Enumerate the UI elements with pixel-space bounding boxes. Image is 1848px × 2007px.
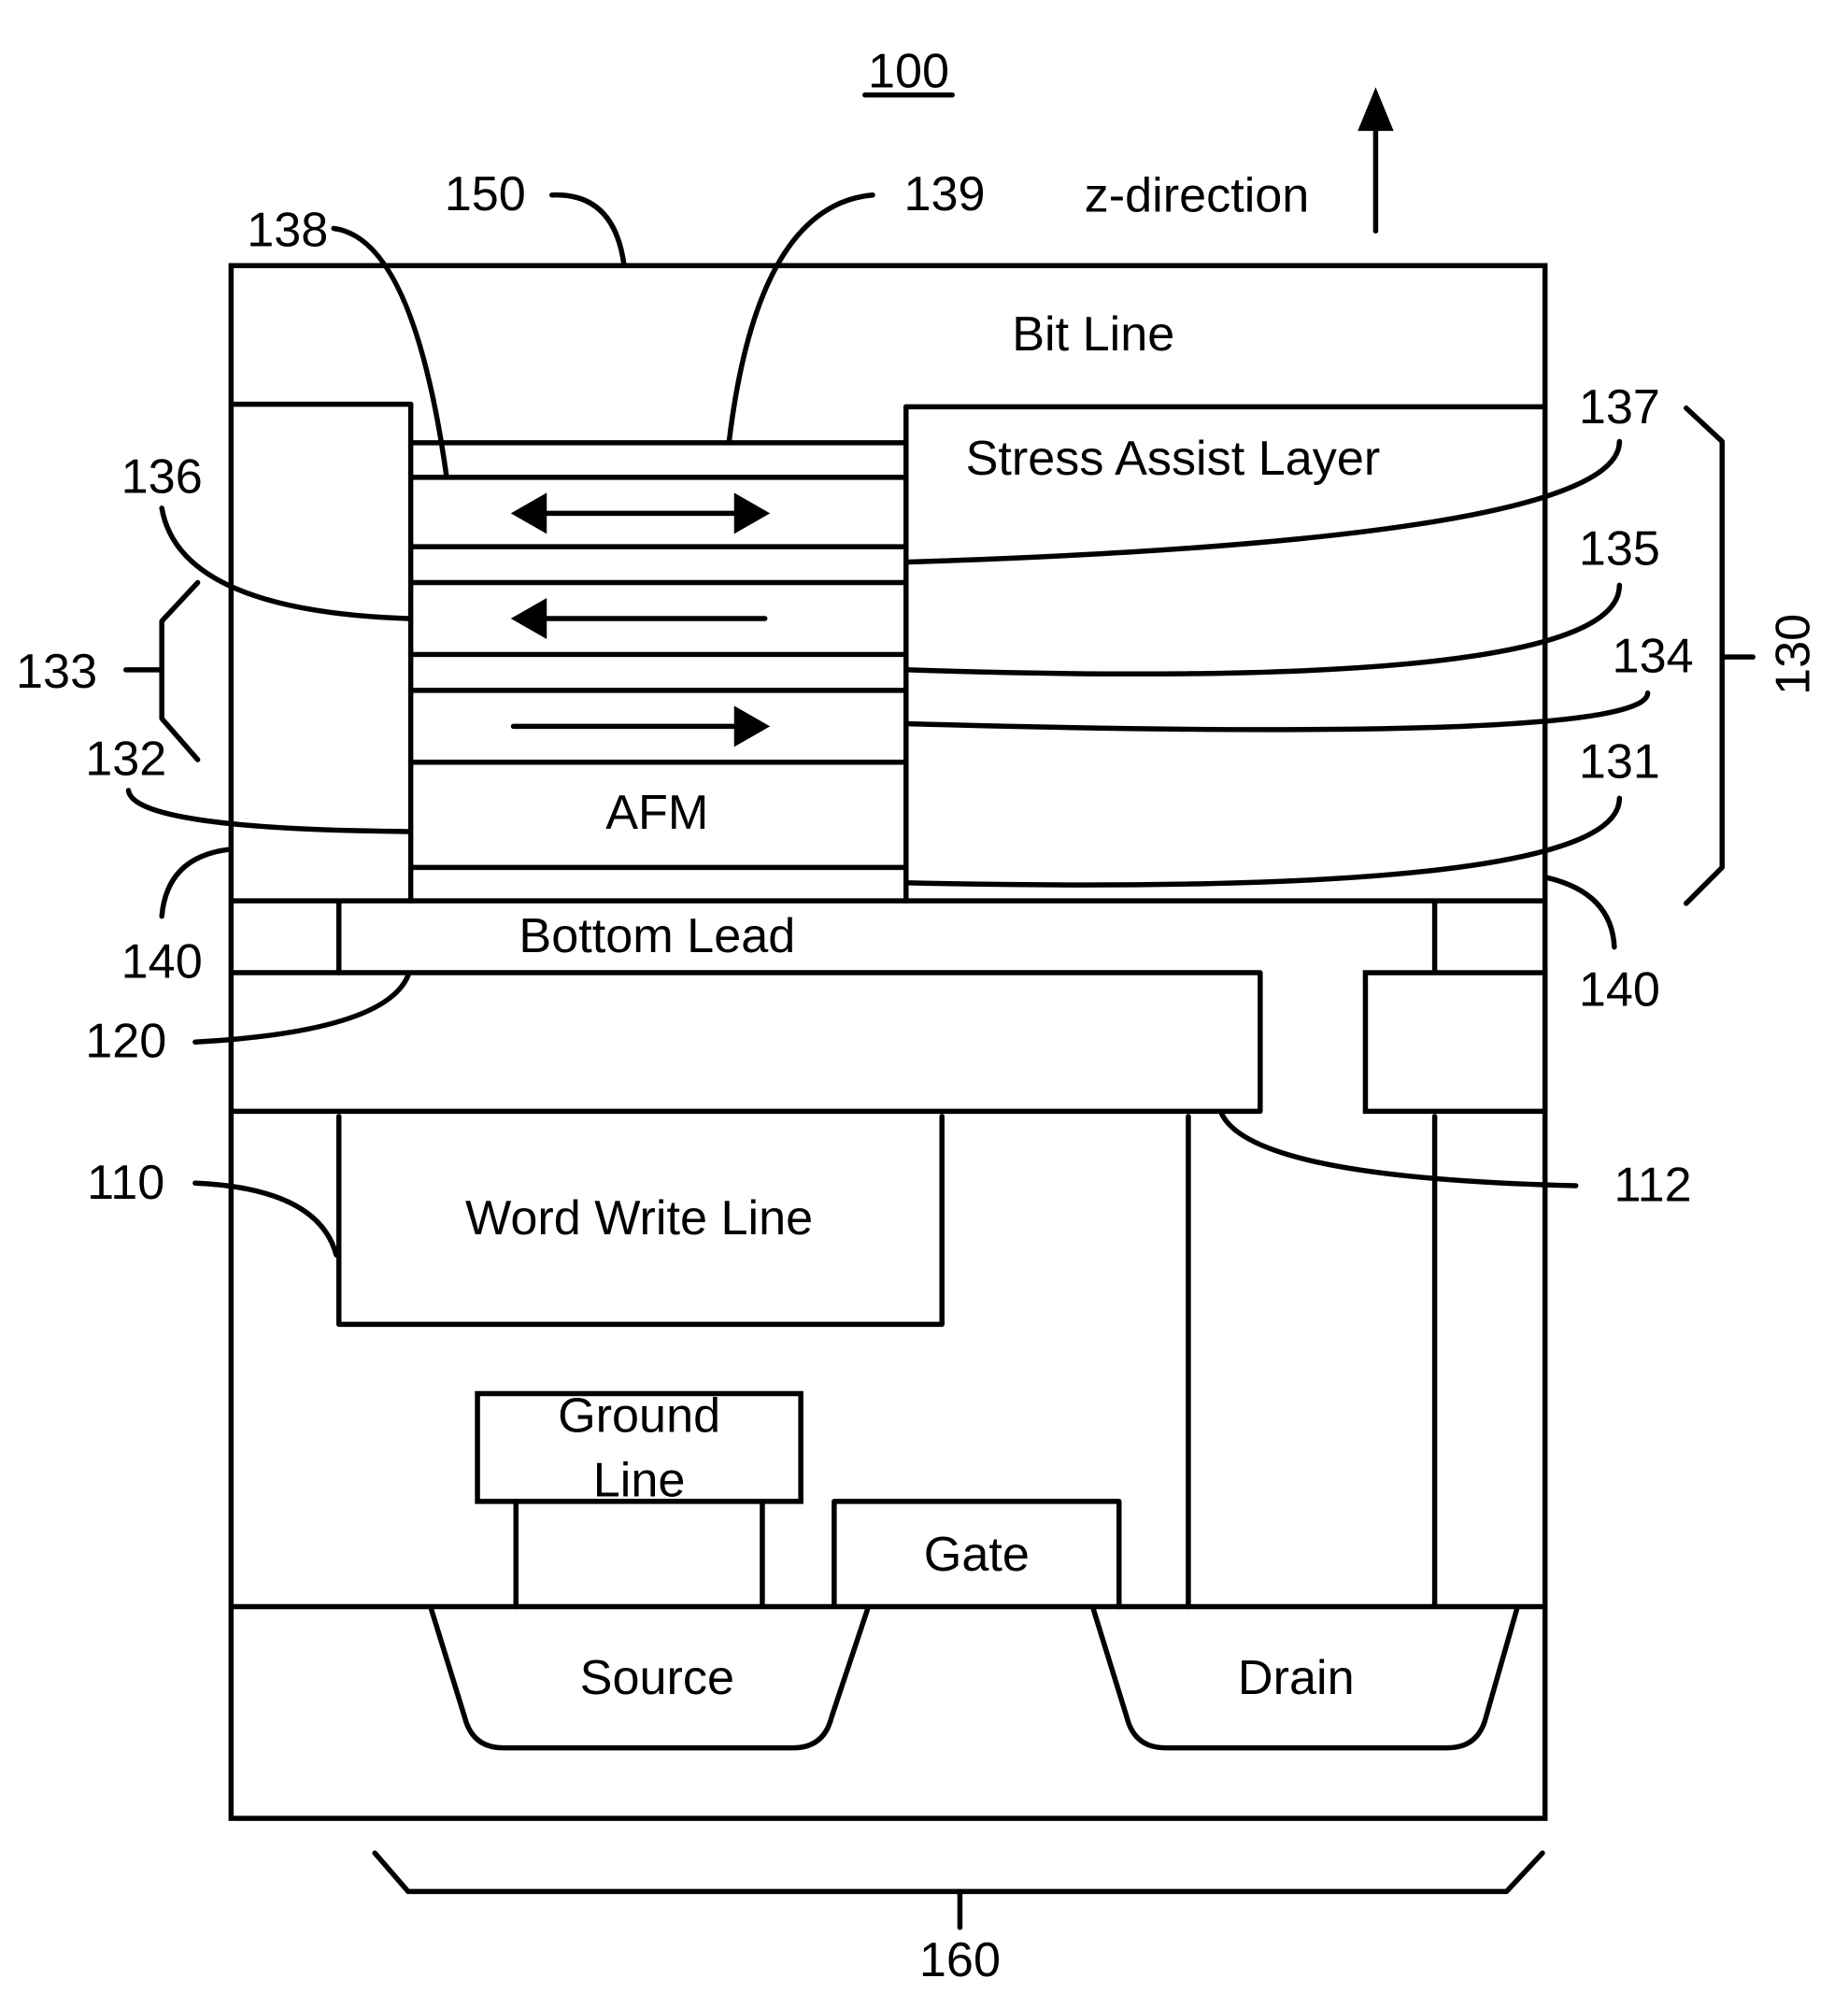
drain-label: Drain (1238, 1651, 1355, 1705)
z-direction-arrow-head-icon (1358, 87, 1394, 132)
bottom-lead-label: Bottom Lead (519, 909, 795, 963)
ref-134: 134 (1613, 630, 1694, 684)
ref-140-right: 140 (1579, 963, 1660, 1018)
ref-136: 136 (121, 449, 203, 504)
right-contact-block (1362, 970, 1548, 1115)
figure-number: 100 (862, 44, 955, 98)
ref-130: 130 (1767, 614, 1821, 695)
bracket-133 (159, 579, 201, 762)
leader-150 (548, 192, 627, 266)
ref-139: 139 (903, 167, 985, 221)
afm-label: AFM (605, 786, 708, 840)
bit-line-label: Bit Line (1012, 307, 1174, 362)
ref-131: 131 (1579, 734, 1660, 789)
source-label: Source (580, 1651, 734, 1705)
ref-110: 110 (87, 1156, 164, 1210)
ref-120: 120 (85, 1015, 166, 1069)
figure-ref-100: 100 (868, 44, 949, 98)
ref-150: 150 (445, 167, 526, 221)
leader-140-right (1544, 875, 1617, 950)
stress-assist-layer-label: Stress Assist Layer (966, 432, 1381, 486)
bracket-160 (372, 1850, 1545, 1895)
z-direction-label: z-direction (1085, 169, 1310, 223)
ref-135: 135 (1579, 521, 1660, 576)
ref-138: 138 (247, 204, 328, 258)
ref-140-left: 140 (121, 935, 203, 989)
ground-line-label-2: Line (593, 1453, 686, 1507)
word-write-line-label: Word Write Line (465, 1191, 813, 1245)
ref-133: 133 (16, 645, 97, 699)
z-direction-indicator: z-direction (1085, 87, 1394, 234)
mram-cell-diagram: 100 z-direction Bit Line AFM Stress Assi… (16, 44, 1821, 1987)
ref-160: 160 (919, 1933, 1001, 1987)
ground-line-label-1: Ground (558, 1389, 720, 1444)
outer-structure-150 (228, 263, 1548, 1821)
ref-132: 132 (85, 733, 166, 787)
ref-112: 112 (1613, 1159, 1691, 1213)
gate-label: Gate (924, 1528, 1030, 1582)
leader-140-left (159, 847, 232, 919)
ref-137: 137 (1579, 380, 1660, 434)
